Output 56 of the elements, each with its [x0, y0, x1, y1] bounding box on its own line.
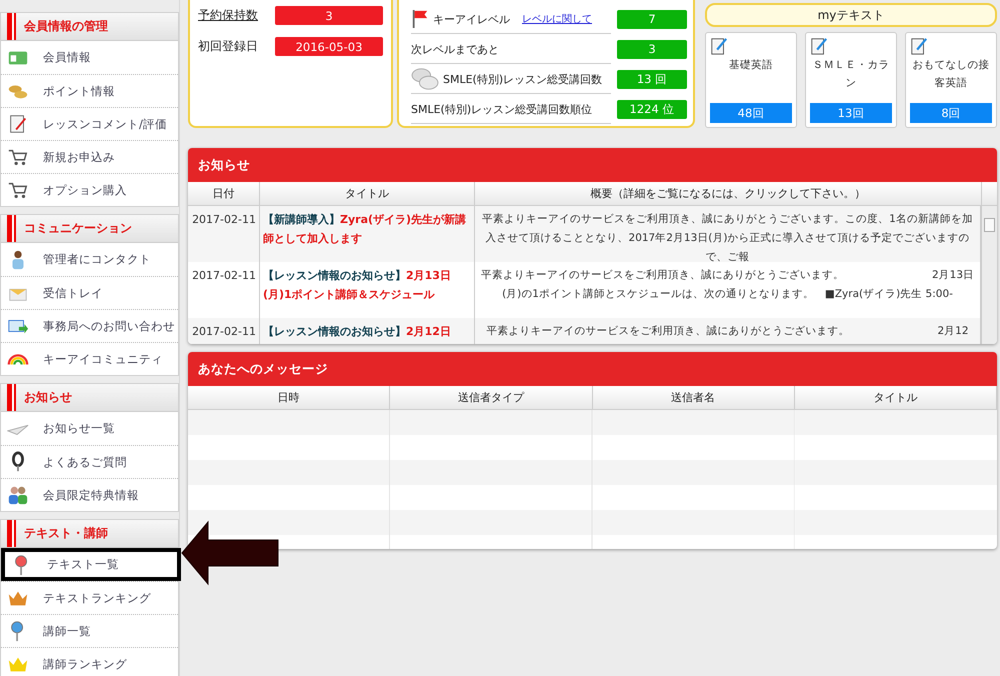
- value-badge: 1224 位: [617, 100, 687, 118]
- notice-row[interactable]: 2017-02-11 【新講師導入】Zyra(ザイラ)先生が新講師として加入します 平素よりキーアイのサービスをご利用頂き、誠にありがとうございます。この度、1名の新講師を加入させて頂けることとなり、2017年2月13日(月)から正式に導入させて頂ける予定でございますので、ご報: [188, 206, 981, 262]
- section-title: テキスト・講師: [24, 525, 108, 542]
- value-badge: 2016-05-03: [275, 37, 383, 56]
- panel-header: あなたへのメッセージ: [188, 352, 997, 386]
- value-badge: 3: [275, 6, 383, 25]
- column-header: 日時: [188, 386, 390, 409]
- panel-header: お知らせ: [188, 148, 997, 182]
- sidebar-item[interactable]: テキスト一覧: [1, 548, 181, 581]
- level-label: SMLE(特別)レッスン総受講回数順位: [411, 102, 592, 116]
- text-title: ＳＭＬＥ・カラン: [812, 58, 890, 91]
- sidebar-item[interactable]: お知らせ一覧: [1, 412, 178, 445]
- level-label: キーアイレベル: [433, 12, 510, 26]
- section-title: 会員情報の管理: [24, 18, 108, 35]
- column-header: 送信者名: [592, 386, 795, 409]
- sidebar-item[interactable]: 講師ランキング: [1, 647, 178, 676]
- text-title: おもてなしの接客英語: [912, 58, 990, 91]
- column-header: タイトル: [794, 386, 997, 409]
- sidebar-item[interactable]: 講師一覧: [1, 614, 178, 647]
- sidebar-item[interactable]: ポイント情報: [1, 74, 178, 107]
- column-header: 概要（詳細をご覧になるには、クリックして下さい。）: [475, 182, 982, 205]
- sidebar-item[interactable]: テキストランキング: [1, 581, 178, 614]
- value-badge: 7: [617, 10, 687, 28]
- text-card[interactable]: 基礎英語 48回: [705, 32, 797, 128]
- sidebar-item[interactable]: 会員限定特典情報: [1, 478, 178, 511]
- sidebar-item[interactable]: 事務局へのお問い合わせ: [1, 309, 178, 342]
- sidebar-item[interactable]: 管理者にコンタクト: [1, 243, 178, 276]
- notice-title: 【新講師導入】Zyra(ザイラ)先生が新講師として加入します: [260, 206, 475, 262]
- value-badge: 3: [617, 40, 687, 58]
- reservation-count-link[interactable]: 予約保持数: [198, 7, 258, 24]
- lesson-count: 48回: [710, 103, 792, 123]
- sidebar-item[interactable]: 新規お申込み: [1, 140, 178, 173]
- value-badge: 13 回: [617, 70, 687, 88]
- lesson-count: 8回: [910, 103, 992, 123]
- my-text-header: myテキスト: [705, 3, 997, 27]
- field-label: 初回登録日: [198, 38, 258, 55]
- text-card[interactable]: ＳＭＬＥ・カラン 13回: [805, 32, 897, 128]
- column-header: 送信者タイプ: [390, 386, 592, 409]
- sidebar-item[interactable]: 会員情報: [1, 41, 178, 74]
- sidebar-item[interactable]: オプション購入: [1, 173, 178, 206]
- sidebar-item[interactable]: キーアイコミュニティ: [1, 342, 178, 375]
- section-title: お知らせ: [24, 389, 72, 406]
- text-card[interactable]: おもてなしの接客英語 8回: [905, 32, 997, 128]
- lesson-count: 13回: [810, 103, 892, 123]
- level-label: 次レベルまであと: [411, 42, 499, 56]
- notice-date: 2017-02-11: [188, 206, 260, 262]
- sidebar-item[interactable]: 受信トレイ: [1, 276, 178, 309]
- level-label: SMLE(特別)レッスン総受講回数: [443, 72, 602, 86]
- column-header: タイトル: [260, 182, 475, 205]
- sidebar-item[interactable]: よくあるご質問: [1, 445, 178, 478]
- sidebar-item[interactable]: レッスンコメント/評価: [1, 107, 178, 140]
- section-title: コミュニケーション: [24, 220, 132, 237]
- column-header: 日付: [188, 182, 260, 205]
- level-info-link[interactable]: レベルに関して: [522, 12, 592, 26]
- notice-row[interactable]: 2017-02-11 【レッスン情報のお知らせ】2月12日 平素よりキーアイのサービスをご利用頂き、誠にありがとうございます。 2月12: [188, 318, 981, 344]
- text-title: 基礎英語: [729, 58, 773, 73]
